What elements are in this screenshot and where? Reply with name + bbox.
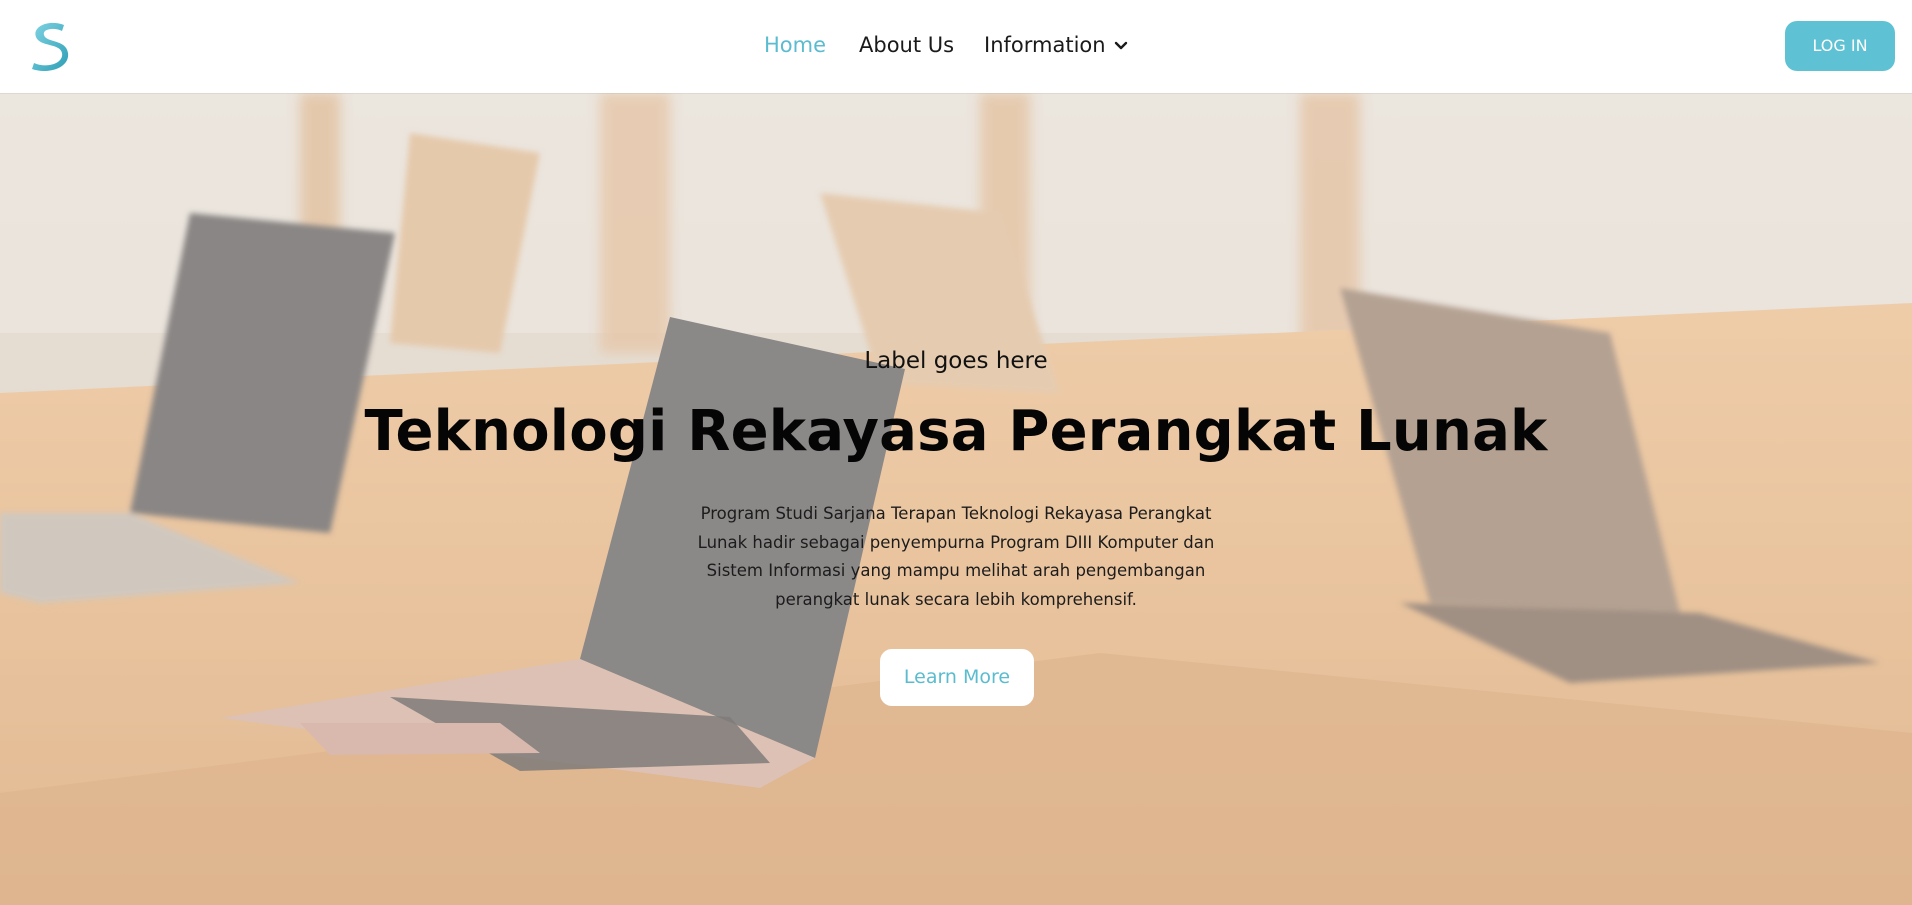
hero-section: Label goes here Teknologi Rekayasa Peran… [0,93,1912,905]
hero-label: Label goes here [864,348,1048,374]
nav-link-home[interactable]: Home [764,33,826,57]
hero-overlay [0,93,1912,905]
hero-description: Program Studi Sarjana Terapan Teknologi … [697,504,1215,609]
learn-more-button[interactable]: Learn More [880,649,1034,706]
navbar: Home About Us Information LOG IN [0,0,1912,93]
chevron-down-icon [1114,32,1128,56]
hero-title: Teknologi Rekayasa Perangkat Lunak [364,399,1548,464]
main-nav: Home About Us Information [0,0,1912,93]
s-logo-icon[interactable] [28,21,72,72]
login-button[interactable]: LOG IN [1785,21,1895,71]
nav-link-information[interactable]: Information [984,33,1128,57]
nav-link-information-label: Information [984,33,1106,57]
nav-link-about-us[interactable]: About Us [859,33,954,57]
